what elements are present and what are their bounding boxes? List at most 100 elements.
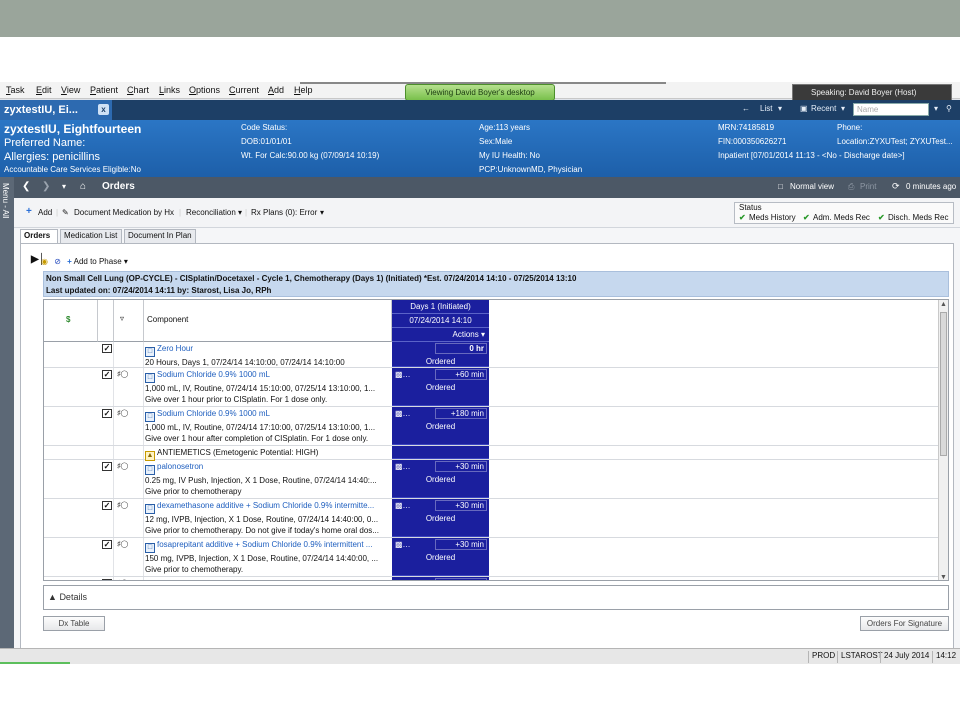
order-name[interactable]: palonosetron bbox=[157, 462, 203, 471]
allergies[interactable]: Allergies: penicillins bbox=[4, 151, 100, 163]
order-name[interactable]: Sodium Chloride 0.9% 1000 mL bbox=[157, 370, 270, 379]
day-cell[interactable]: 0 hr Ordered bbox=[392, 342, 489, 367]
day-cell[interactable]: ▩… +180 min Ordered bbox=[392, 407, 489, 445]
order-name[interactable]: Sodium Chloride 0.9% 1000 mL bbox=[157, 409, 270, 418]
chevron-down-icon[interactable]: ▾ bbox=[778, 104, 782, 113]
filter-icon[interactable]: ▿ bbox=[120, 314, 124, 323]
order-component[interactable]: □ Sodium Chloride 0.9% 1000 mL 1,000 mL, I… bbox=[145, 369, 391, 405]
menu-options[interactable]: Options bbox=[189, 85, 220, 95]
menu-edit[interactable]: Edit bbox=[36, 85, 52, 95]
menu-patient[interactable]: Patient bbox=[90, 85, 118, 95]
list-button[interactable]: List bbox=[760, 104, 772, 113]
reconciliation-dropdown[interactable]: Reconciliation bbox=[186, 208, 236, 217]
menu-add[interactable]: Add bbox=[268, 85, 284, 95]
document-medication-button[interactable]: Document Medication by Hx bbox=[74, 208, 174, 217]
add-to-phase-button[interactable]: Add to Phase bbox=[74, 257, 122, 266]
scroll-up-icon[interactable]: ▲ bbox=[940, 301, 947, 308]
order-checkbox[interactable]: ✓ bbox=[102, 370, 112, 379]
adm-meds-rec-link[interactable]: Adm. Meds Rec bbox=[813, 213, 870, 222]
add-button[interactable]: Add bbox=[38, 208, 52, 217]
table-row[interactable]: ✓ ♯◯ □ palonosetron 0.25 mg, IV Push, Inject… bbox=[44, 460, 940, 499]
table-row[interactable]: ✓ ♯◯ □ Sodium Chloride 0.9% 1000 mL 1,000 mL… bbox=[44, 407, 940, 446]
table-row[interactable]: ✓ ♯◯ □ dexamethasone additive + Sodium Chlo… bbox=[44, 499, 940, 538]
cancel-icon[interactable]: ⊘ bbox=[54, 257, 61, 266]
forward-arrow-icon[interactable]: ❯ bbox=[42, 181, 50, 192]
grid-header-component[interactable]: Component bbox=[144, 300, 392, 342]
table-row[interactable]: ▲ ANTIEMETICS (Emetogenic Potential: HIGH… bbox=[44, 446, 940, 461]
scroll-down-icon[interactable]: ▼ bbox=[940, 574, 947, 580]
order-component[interactable]: ▲ ANTIEMETICS (Emetogenic Potential: HIGH… bbox=[145, 447, 391, 461]
chevron-down-icon[interactable]: ▾ bbox=[320, 208, 324, 217]
chevron-down-icon[interactable]: ▾ bbox=[62, 182, 66, 191]
viewing-desktop-indicator[interactable]: Viewing David Boyer's desktop bbox=[405, 84, 555, 101]
home-icon[interactable]: ⌂ bbox=[80, 181, 86, 192]
tab-medication-list[interactable]: Medication List bbox=[60, 229, 122, 243]
day-cell[interactable]: ▩… +60 min Ordered bbox=[392, 368, 489, 406]
order-checkbox[interactable]: ✓ bbox=[102, 344, 112, 353]
scroll-thumb[interactable] bbox=[940, 312, 947, 456]
table-row[interactable]: ✓ □ Zero Hour 20 Hours, Days 1, 07/24/14 14… bbox=[44, 342, 940, 368]
expand-icon[interactable]: ▲ bbox=[48, 592, 57, 602]
orders-for-signature-button[interactable]: Orders For Signature bbox=[860, 616, 949, 631]
day-cell[interactable]: ▩… +60 min bbox=[392, 577, 489, 580]
order-checkbox[interactable]: ✓ bbox=[102, 501, 112, 510]
order-component[interactable]: □ dexamethasone additive + Sodium Chlorid… bbox=[145, 500, 391, 536]
order-checkbox[interactable]: ✓ bbox=[102, 409, 112, 418]
day-cell[interactable]: ▩… +30 min Ordered bbox=[392, 460, 489, 498]
order-name[interactable]: dexamethasone additive + Sodium Chloride… bbox=[157, 501, 374, 510]
menu-links[interactable]: Links bbox=[159, 85, 180, 95]
patient-search-input[interactable]: Name bbox=[853, 103, 929, 116]
refresh-icon[interactable]: ⟳ bbox=[892, 181, 900, 192]
dx-table-button[interactable]: Dx Table bbox=[43, 616, 105, 631]
table-row[interactable]: ✓ ♯◯ □ fosaprepitant additive + Sodium Chlo… bbox=[44, 538, 940, 577]
order-component[interactable]: □ Sodium Chloride 0.9% 1000 mL 1,000 mL, I… bbox=[145, 408, 391, 444]
phase-header[interactable]: Non Small Cell Lung (OP-CYCLE) - CISplat… bbox=[43, 271, 949, 297]
order-component[interactable]: □ palonosetron 0.25 mg, IV Push, Injection… bbox=[145, 461, 391, 497]
order-component[interactable]: □ Zero Hour 20 Hours, Days 1, 07/24/14 14:… bbox=[145, 343, 391, 368]
search-icon[interactable]: ⚲ bbox=[946, 104, 952, 113]
normal-view-button[interactable]: Normal view bbox=[790, 182, 834, 191]
close-icon[interactable]: x bbox=[98, 104, 109, 115]
grid-scrollbar[interactable]: ▲ ▼ bbox=[938, 300, 948, 580]
actions-menu[interactable]: Actions ▾ bbox=[392, 328, 489, 342]
details-section[interactable]: ▲ Details bbox=[43, 585, 949, 610]
add-icon[interactable]: + bbox=[26, 206, 32, 217]
back-arrow-icon[interactable]: ❮ bbox=[22, 181, 30, 192]
order-name[interactable]: docetaxel bbox=[157, 579, 191, 580]
rx-plans-dropdown[interactable]: Rx Plans (0): Error bbox=[251, 208, 317, 217]
order-checkbox[interactable]: ✓ bbox=[102, 540, 112, 549]
day-cell[interactable]: ▩… +30 min Ordered bbox=[392, 499, 489, 537]
order-component[interactable]: □docetaxel bbox=[145, 578, 391, 580]
order-name[interactable]: Zero Hour bbox=[157, 344, 193, 353]
add-icon[interactable]: + bbox=[67, 257, 72, 266]
menu-sidebar[interactable]: Menu - All bbox=[0, 177, 14, 664]
table-row[interactable]: ✓ ♯◯ □docetaxel ▩… +60 min bbox=[44, 577, 940, 580]
table-row[interactable]: ✓ ♯◯ □ Sodium Chloride 0.9% 1000 mL 1,000 mL… bbox=[44, 368, 940, 407]
chevron-down-icon[interactable]: ▾ bbox=[841, 104, 845, 113]
day-column-header[interactable]: Days 1 (Initiated) 07/24/2014 14:10 Acti… bbox=[392, 300, 489, 342]
order-checkbox[interactable]: ✓ bbox=[102, 579, 112, 580]
day-cell[interactable] bbox=[392, 446, 489, 459]
orders-toolbar: + Add | ✎ Document Medication by Hx | Re… bbox=[14, 198, 960, 228]
menu-chart[interactable]: Chart bbox=[127, 85, 149, 95]
lightbulb-icon[interactable]: ◉ bbox=[41, 257, 48, 266]
menu-task[interactable]: Task bbox=[6, 85, 25, 95]
print-button[interactable]: Print bbox=[860, 182, 876, 191]
tab-orders[interactable]: Orders bbox=[20, 229, 58, 244]
tab-document-in-plan[interactable]: Document In Plan bbox=[124, 229, 196, 243]
order-checkbox[interactable]: ✓ bbox=[102, 462, 112, 471]
meds-history-link[interactable]: Meds History bbox=[749, 213, 796, 222]
chevron-down-icon[interactable]: ▾ bbox=[238, 208, 242, 217]
patient-tab[interactable]: zyxtestIU, Ei... x bbox=[0, 100, 112, 120]
chevron-down-icon[interactable]: ▾ bbox=[934, 104, 938, 113]
menu-help[interactable]: Help bbox=[294, 85, 313, 95]
day-cell[interactable]: ▩… +30 min Ordered bbox=[392, 538, 489, 576]
back-arrow-icon[interactable]: ← bbox=[742, 104, 750, 113]
order-name[interactable]: fosaprepitant additive + Sodium Chloride… bbox=[157, 540, 372, 549]
menu-view[interactable]: View bbox=[61, 85, 80, 95]
order-component[interactable]: □ fosaprepitant additive + Sodium Chlorid… bbox=[145, 539, 391, 575]
chevron-down-icon[interactable]: ▾ bbox=[124, 257, 128, 266]
menu-current[interactable]: Current bbox=[229, 85, 259, 95]
disch-meds-rec-link[interactable]: Disch. Meds Rec bbox=[888, 213, 948, 222]
recent-button[interactable]: Recent bbox=[811, 104, 836, 113]
